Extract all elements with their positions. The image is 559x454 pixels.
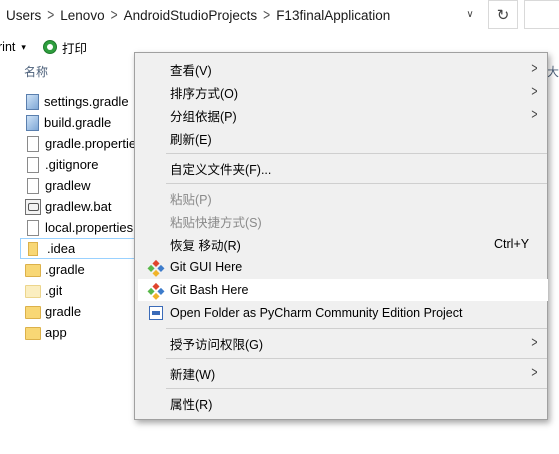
list-item[interactable]: settings.gradle: [20, 91, 150, 112]
list-item[interactable]: gradle.properties: [20, 133, 150, 154]
chevron-right-icon: >: [531, 364, 538, 381]
chevron-down-icon[interactable]: ▾: [21, 42, 26, 53]
list-item[interactable]: gradle: [20, 301, 150, 322]
file-name: settings.gradle: [44, 94, 129, 109]
file-name: .gradle: [45, 262, 85, 277]
folder-icon: [25, 306, 41, 319]
menu-item-label: 刷新(E): [170, 132, 212, 147]
list-item[interactable]: .gradle: [20, 259, 150, 280]
file-name: build.gradle: [44, 115, 112, 130]
print-menu-button[interactable]: rint ▾: [0, 36, 26, 58]
menu-separator: [166, 388, 547, 389]
menu-item-label: Git GUI Here: [170, 260, 243, 274]
menu-item-label: 分组依据(P): [170, 109, 237, 124]
menu-item-new[interactable]: 新建(W) >: [138, 362, 548, 384]
menu-item-refresh[interactable]: 刷新(E): [138, 127, 548, 149]
folder-icon: [25, 327, 41, 340]
text-file-icon: [27, 219, 39, 236]
menu-item-properties[interactable]: 属性(R): [138, 392, 548, 414]
file-name: app: [45, 325, 67, 340]
git-icon: [147, 259, 165, 277]
chevron-right-icon: >: [531, 60, 538, 77]
menu-item-paste: 粘贴(P): [138, 187, 548, 209]
file-name: gradle: [45, 304, 82, 319]
folder-icon: [25, 285, 41, 298]
file-name: local.properties: [45, 220, 134, 235]
chevron-right-icon: >: [531, 106, 538, 123]
address-bar[interactable]: Users > Lenovo > AndroidStudioProjects >…: [0, 0, 559, 30]
print-menu-label: rint: [0, 40, 16, 54]
chevron-right-icon: >: [531, 334, 538, 351]
breadcrumb-androidstudioprojects[interactable]: AndroidStudioProjects: [119, 8, 263, 23]
git-icon: [147, 282, 165, 300]
breadcrumb-separator-icon[interactable]: >: [110, 6, 119, 24]
file-name: gradle.properties: [45, 136, 143, 151]
menu-item-sort-by[interactable]: 排序方式(O) >: [138, 81, 548, 103]
file-name: .idea: [47, 241, 76, 256]
menu-item-shortcut: Ctrl+Y: [494, 237, 530, 251]
list-item[interactable]: build.gradle: [20, 112, 150, 133]
folder-icon: [28, 241, 38, 256]
batch-file-icon: [25, 198, 41, 215]
menu-item-customize-folder[interactable]: 自定义文件夹(F)...: [138, 157, 548, 179]
menu-item-redo-move[interactable]: 恢复 移动(R) Ctrl+Y: [138, 233, 548, 255]
menu-item-git-bash-here[interactable]: Git Bash Here: [138, 279, 548, 301]
breadcrumb: Users > Lenovo > AndroidStudioProjects >…: [0, 0, 395, 30]
breadcrumb-f13finalapplication[interactable]: F13finalApplication: [271, 8, 395, 23]
list-item[interactable]: gradlew: [20, 175, 150, 196]
refresh-button[interactable]: ↻: [488, 0, 518, 29]
menu-item-label: 自定义文件夹(F)...: [170, 162, 272, 177]
text-file-icon: [27, 135, 39, 152]
menu-item-label: 粘贴快捷方式(S): [170, 215, 262, 230]
menu-item-label: 排序方式(O): [170, 86, 239, 101]
breadcrumb-separator-icon[interactable]: >: [46, 6, 55, 24]
menu-item-label: Open Folder as PyCharm Community Edition…: [170, 306, 463, 320]
menu-item-label: Git Bash Here: [170, 283, 249, 297]
menu-item-label: 查看(V): [170, 63, 212, 78]
breadcrumb-separator-icon[interactable]: >: [262, 6, 271, 24]
refresh-icon: ↻: [496, 6, 510, 24]
menu-separator: [166, 153, 547, 154]
menu-item-label: 新建(W): [170, 367, 216, 382]
text-file-icon: [27, 177, 39, 194]
column-header-name[interactable]: 名称: [24, 63, 48, 80]
menu-item-paste-shortcut: 粘贴快捷方式(S): [138, 210, 548, 232]
menu-separator: [166, 358, 547, 359]
list-item[interactable]: local.properties: [20, 217, 150, 238]
gradle-file-icon: [26, 114, 39, 131]
list-item[interactable]: gradlew.bat: [20, 196, 150, 217]
menu-item-open-in-pycharm[interactable]: Open Folder as PyCharm Community Edition…: [138, 302, 548, 324]
print-icon: [43, 40, 57, 54]
menu-separator: [166, 183, 547, 184]
chevron-right-icon: >: [531, 83, 538, 100]
list-item[interactable]: .gitignore: [20, 154, 150, 175]
menu-item-view[interactable]: 查看(V) >: [138, 58, 548, 80]
folder-icon: [25, 264, 41, 277]
file-name: gradlew.bat: [45, 199, 112, 214]
breadcrumb-users[interactable]: Users: [0, 8, 46, 23]
text-file-icon: [27, 156, 39, 173]
menu-item-git-gui-here[interactable]: Git GUI Here: [138, 256, 548, 278]
menu-item-give-access[interactable]: 授予访问权限(G) >: [138, 332, 548, 354]
gradle-file-icon: [26, 93, 39, 110]
menu-item-label: 恢复 移动(R): [170, 238, 241, 253]
context-menu: 查看(V) > 排序方式(O) > 分组依据(P) > 刷新(E) 自定义文件夹…: [134, 52, 548, 420]
print-button[interactable]: 打印: [43, 36, 87, 58]
menu-item-label: 属性(R): [170, 397, 213, 412]
pycharm-icon: [149, 306, 163, 320]
menu-separator: [166, 328, 547, 329]
list-item[interactable]: .git: [20, 280, 150, 301]
column-header-size[interactable]: 大: [547, 63, 559, 80]
menu-item-group-by[interactable]: 分组依据(P) >: [138, 104, 548, 126]
file-name: gradlew: [45, 178, 91, 193]
list-item[interactable]: app: [20, 322, 150, 343]
file-name: .gitignore: [45, 157, 99, 172]
file-name: .git: [45, 283, 63, 298]
address-history-chevron-down-icon[interactable]: ∨: [461, 5, 479, 23]
breadcrumb-lenovo[interactable]: Lenovo: [55, 8, 109, 23]
search-input[interactable]: [524, 0, 559, 29]
menu-item-label: 粘贴(P): [170, 192, 212, 207]
menu-item-label: 授予访问权限(G): [170, 337, 264, 352]
print-button-label: 打印: [62, 41, 88, 56]
